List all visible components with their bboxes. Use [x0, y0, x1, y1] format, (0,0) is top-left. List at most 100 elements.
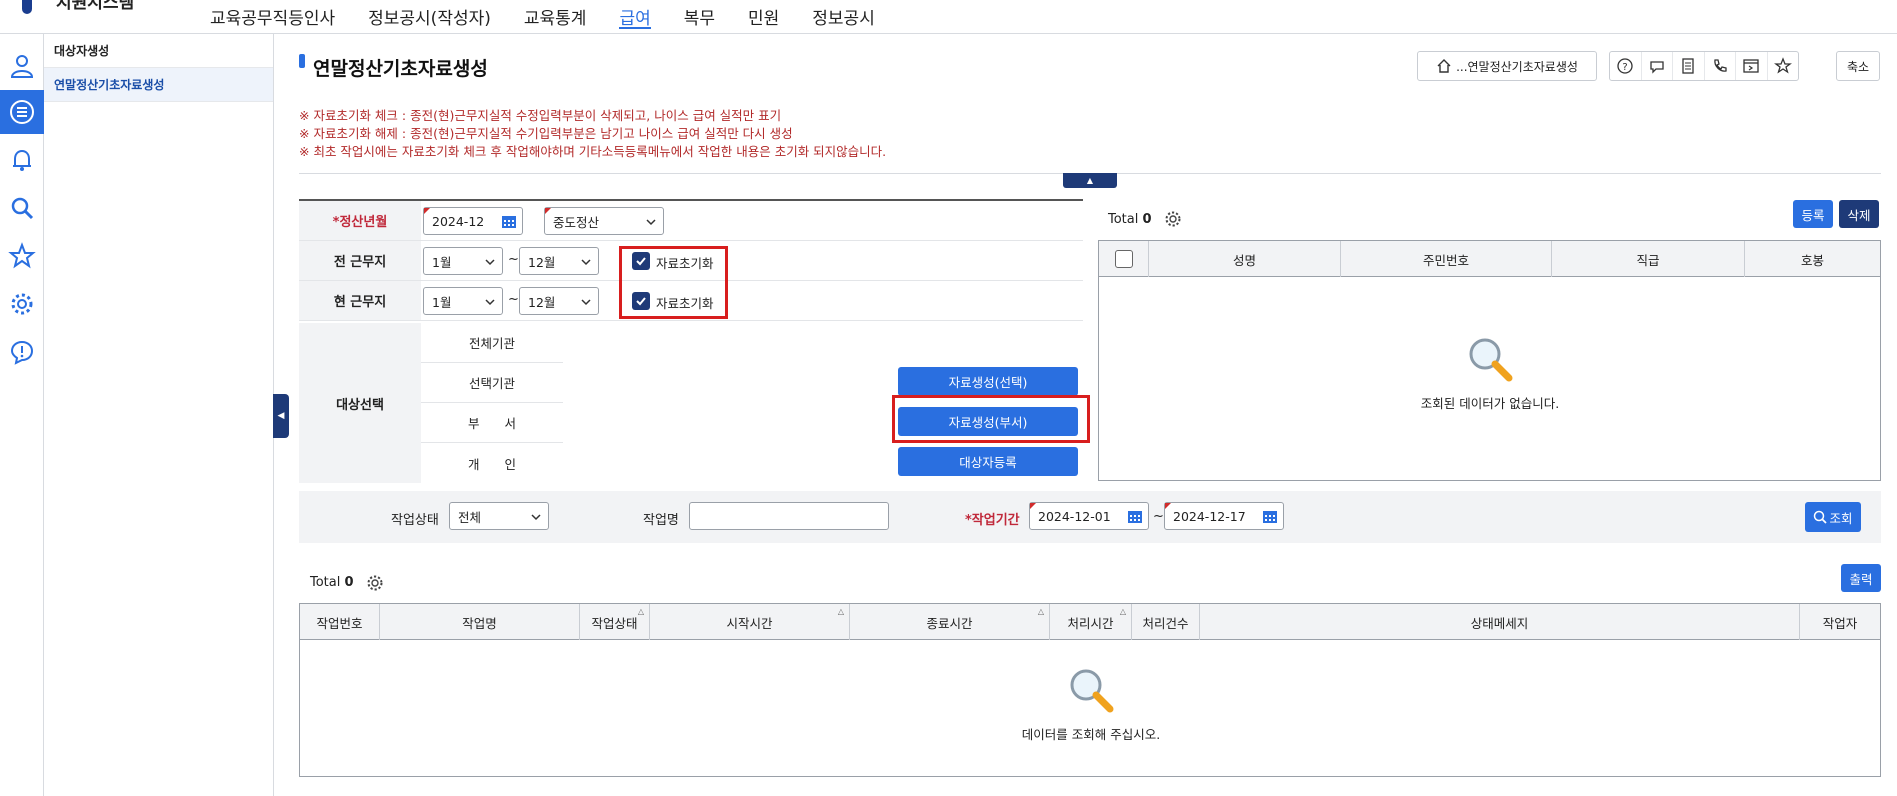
empty-message: 데이터를 조회해 주십시오. — [1021, 727, 1161, 742]
generate-selected-button[interactable]: 자료생성(선택) — [898, 367, 1078, 396]
magnifier-icon — [1070, 669, 1114, 713]
settlement-month-input[interactable]: 2024-12 — [423, 207, 523, 235]
col-position[interactable]: 직급 — [1552, 241, 1745, 277]
col-name[interactable]: 성명 — [1149, 241, 1341, 277]
calendar-icon[interactable] — [501, 214, 517, 229]
sort-icon[interactable]: △ — [638, 607, 644, 616]
target-all-institutions[interactable]: 전체기관 — [421, 323, 563, 363]
notice-line: ※ 최초 작업시에는 자료초기화 체크 후 작업해야하며 기타소득등록메뉴에서 … — [299, 144, 887, 159]
total-count: 0 — [1142, 212, 1152, 227]
register-button[interactable]: 등록 — [1793, 200, 1833, 228]
nav-item-civil[interactable]: 민원 — [748, 0, 779, 34]
help-icon[interactable]: ? — [1610, 52, 1642, 80]
curr-from-value: 1월 — [432, 294, 452, 310]
prev-to-select[interactable]: 12월 — [519, 247, 599, 275]
sub-menu: 대상자생성 연말정산기초자료생성 — [44, 34, 274, 796]
period-from-input[interactable]: 2024-12-01 — [1029, 502, 1149, 530]
bottom-grid-total: Total 0 — [310, 575, 354, 590]
prev-from-select[interactable]: 1월 — [423, 247, 503, 275]
curr-work-label: 현 근무지 — [299, 281, 421, 320]
search-button[interactable]: 조회 — [1805, 502, 1861, 532]
document-icon[interactable] — [1673, 52, 1705, 80]
prev-from-value: 1월 — [432, 254, 452, 270]
submenu-item-yearend-base[interactable]: 연말정산기초자료생성 — [44, 68, 273, 102]
favorite-icon[interactable] — [1768, 52, 1799, 80]
col-process-time-label: 처리시간 — [1067, 615, 1114, 631]
submenu-item-target-generate[interactable]: 대상자생성 — [44, 34, 273, 68]
breadcrumb-button[interactable]: ...연말정산기초자료생성 — [1417, 51, 1597, 81]
brand-title: 지원시스템 — [56, 0, 135, 13]
col-resident-number[interactable]: 주민번호 — [1341, 241, 1552, 277]
search-icon — [1814, 510, 1828, 524]
nav-item-attendance[interactable]: 복무 — [684, 0, 715, 34]
col-status-message[interactable]: 상태메세지 — [1200, 604, 1800, 640]
period-label: *작업기간 — [965, 513, 1020, 528]
col-process-time[interactable]: 처리시간 △ — [1050, 604, 1132, 640]
right-grid-total: Total 0 — [1108, 212, 1152, 227]
shrink-button[interactable]: 축소 — [1836, 51, 1880, 81]
print-button[interactable]: 출력 — [1841, 564, 1881, 592]
target-selected-institution[interactable]: 선택기관 — [421, 363, 563, 403]
register-target-button[interactable]: 대상자등록 — [898, 447, 1078, 476]
total-label: Total — [310, 575, 341, 590]
col-worker[interactable]: 작업자 — [1800, 604, 1880, 640]
collapse-sidebar-button[interactable]: ◀ — [273, 394, 289, 438]
col-job-name[interactable]: 작업명 — [380, 604, 580, 640]
chevron-down-icon — [485, 299, 495, 306]
delete-button[interactable]: 삭제 — [1839, 200, 1879, 228]
bell-icon[interactable] — [0, 138, 44, 182]
alert-icon[interactable] — [0, 330, 44, 374]
col-job-status[interactable]: 작업상태 △ — [580, 604, 650, 640]
col-end-time[interactable]: 종료시간 △ — [850, 604, 1050, 640]
nav-item-hr[interactable]: 교육공무직등인사 — [210, 0, 335, 34]
sort-icon[interactable]: △ — [838, 607, 844, 616]
job-name-input[interactable] — [689, 502, 889, 530]
nav-item-disclosure[interactable]: 정보공시 — [812, 0, 875, 34]
title-marker — [299, 54, 305, 68]
search-icon[interactable] — [0, 186, 44, 230]
select-all-checkbox[interactable] — [1114, 250, 1133, 268]
grid-settings-icon[interactable] — [366, 574, 384, 592]
col-job-number[interactable]: 작업번호 — [300, 604, 380, 640]
window-icon[interactable] — [1736, 52, 1768, 80]
sort-icon[interactable]: △ — [1038, 607, 1044, 616]
curr-from-select[interactable]: 1월 — [423, 287, 503, 315]
job-name-label: 작업명 — [643, 513, 679, 528]
nav-item-education-stats[interactable]: 교육통계 — [524, 0, 587, 34]
target-grid: 성명 주민번호 직급 호봉 조회된 데이터가 없습니다. — [1098, 240, 1881, 481]
calendar-icon[interactable] — [1127, 509, 1143, 524]
settlement-type-select[interactable]: 중도정산 — [544, 207, 664, 235]
col-grade[interactable]: 호봉 — [1745, 241, 1880, 277]
period-to-input[interactable]: 2024-12-17 — [1164, 502, 1284, 530]
status-select[interactable]: 전체 — [449, 502, 549, 530]
chat-icon[interactable] — [1642, 52, 1673, 80]
target-department[interactable]: 부 서 — [421, 403, 563, 443]
chevron-down-icon — [581, 299, 591, 306]
gear-icon[interactable] — [0, 282, 44, 326]
status-value: 전체 — [458, 509, 482, 525]
curr-to-select[interactable]: 12월 — [519, 287, 599, 315]
select-all-cell — [1099, 241, 1149, 277]
grid-settings-icon[interactable] — [1164, 210, 1182, 228]
list-icon[interactable] — [0, 90, 44, 134]
icon-rail — [0, 34, 44, 796]
star-icon[interactable] — [0, 234, 44, 278]
calendar-icon[interactable] — [1262, 509, 1278, 524]
col-job-status-label: 작업상태 — [591, 615, 638, 631]
range-tilde: ~ — [1153, 509, 1164, 524]
breadcrumb-label: ...연말정산기초자료생성 — [1456, 59, 1578, 74]
sort-icon[interactable]: △ — [1120, 607, 1126, 616]
highlight-generate-dept — [892, 395, 1090, 443]
nav-item-disclosure-writer[interactable]: 정보공시(작성자) — [368, 0, 491, 34]
empty-message: 조회된 데이터가 없습니다. — [1420, 396, 1560, 411]
phone-icon[interactable] — [1705, 52, 1736, 80]
top-bar: 지원시스템 교육공무직등인사 정보공시(작성자) 교육통계 급여 복무 민원 정… — [0, 0, 1897, 34]
nav-item-salary[interactable]: 급여 — [619, 0, 652, 34]
settlement-label: *정산년월 — [299, 201, 421, 240]
fold-toggle-button[interactable]: ▲ — [1063, 173, 1117, 188]
col-start-time[interactable]: 시작시간 △ — [650, 604, 850, 640]
user-icon[interactable] — [0, 44, 44, 88]
col-process-count[interactable]: 처리건수 — [1132, 604, 1200, 640]
target-individual[interactable]: 개 인 — [421, 443, 563, 483]
highlight-reset-checkboxes — [619, 246, 728, 319]
